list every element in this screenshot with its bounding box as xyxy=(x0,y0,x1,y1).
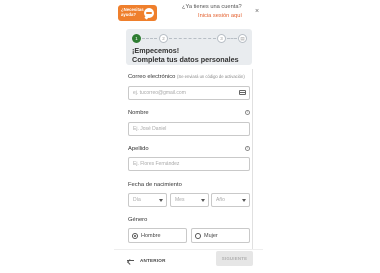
back-button[interactable]: ANTERIOR xyxy=(124,254,169,268)
page-title: ¡Empecemos! Completa tus datos personale… xyxy=(132,46,239,64)
email-field[interactable]: ej. tucorreo@gmail.com xyxy=(128,86,250,100)
month-select[interactable]: Mes xyxy=(170,193,209,207)
surname-field[interactable]: Ej. Flores Fernández xyxy=(128,157,250,171)
email-label-text: Correo electrónico xyxy=(128,74,176,80)
next-label: SIGUIENTE xyxy=(221,256,248,261)
title-line-2: Completa tus datos personales xyxy=(132,54,239,64)
header: ¿Necesitas ayuda? ¿Ya tienes una cuenta?… xyxy=(114,0,263,26)
step-3: 3 xyxy=(217,34,226,43)
chevron-down-icon xyxy=(242,199,246,202)
progress-banner: 1 2 3 ▤ ¡Empecemos! Completa tus datos p… xyxy=(126,29,252,65)
surname-label: Apellido xyxy=(128,146,149,152)
gender-option-male[interactable]: Hombre xyxy=(128,228,187,243)
account-question: ¿Ya tienes una cuenta? xyxy=(182,4,242,10)
scrollbar-track[interactable] xyxy=(252,69,253,249)
signup-form: Correo electrónico (Se enviará un código… xyxy=(114,69,263,249)
step-1: 1 xyxy=(132,34,141,43)
radio-selected-icon xyxy=(132,233,138,239)
help-button[interactable]: ¿Necesitas ayuda? xyxy=(118,5,157,21)
gender-option-label: Mujer xyxy=(204,232,218,239)
name-placeholder: Ej. José Daniel xyxy=(133,126,167,132)
year-select[interactable]: Año xyxy=(211,193,250,207)
footer-nav: ANTERIOR SIGUIENTE xyxy=(114,249,263,273)
month-placeholder: Mes xyxy=(175,197,185,203)
info-icon[interactable]: i xyxy=(245,146,250,151)
next-button[interactable]: SIGUIENTE xyxy=(216,251,253,266)
email-hint: (Se enviará un código de activación) xyxy=(177,74,245,79)
chat-icon xyxy=(144,8,154,18)
chevron-down-icon xyxy=(201,199,205,202)
signup-panel: ¿Necesitas ayuda? ¿Ya tienes una cuenta?… xyxy=(114,0,263,273)
birthdate-label: Fecha de nacimiento xyxy=(128,182,182,188)
radio-unselected-icon xyxy=(195,233,201,239)
close-icon[interactable]: × xyxy=(253,7,261,17)
login-link[interactable]: Inicia sesión aquí xyxy=(198,13,242,19)
surname-placeholder: Ej. Flores Fernández xyxy=(133,161,180,167)
gender-label: Género xyxy=(128,217,148,223)
name-field[interactable]: Ej. José Daniel xyxy=(128,122,250,136)
day-select[interactable]: Día xyxy=(128,193,167,207)
day-placeholder: Día xyxy=(133,197,141,203)
step-finish-icon: ▤ xyxy=(238,34,247,43)
step-connector xyxy=(227,38,237,40)
name-label: Nombre xyxy=(128,110,149,116)
step-connector xyxy=(142,38,157,40)
step-2: 2 xyxy=(159,34,168,43)
gender-option-label: Hombre xyxy=(141,232,161,239)
step-connector xyxy=(169,38,216,40)
year-placeholder: Año xyxy=(216,197,225,203)
arrow-left-icon xyxy=(126,258,134,264)
back-label: ANTERIOR xyxy=(140,258,166,263)
gender-option-female[interactable]: Mujer xyxy=(191,228,250,243)
chevron-down-icon xyxy=(159,199,163,202)
info-icon[interactable]: i xyxy=(245,110,250,115)
id-card-icon xyxy=(239,90,246,95)
email-placeholder: ej. tucorreo@gmail.com xyxy=(133,90,186,96)
email-label: Correo electrónico (Se enviará un código… xyxy=(128,74,245,80)
